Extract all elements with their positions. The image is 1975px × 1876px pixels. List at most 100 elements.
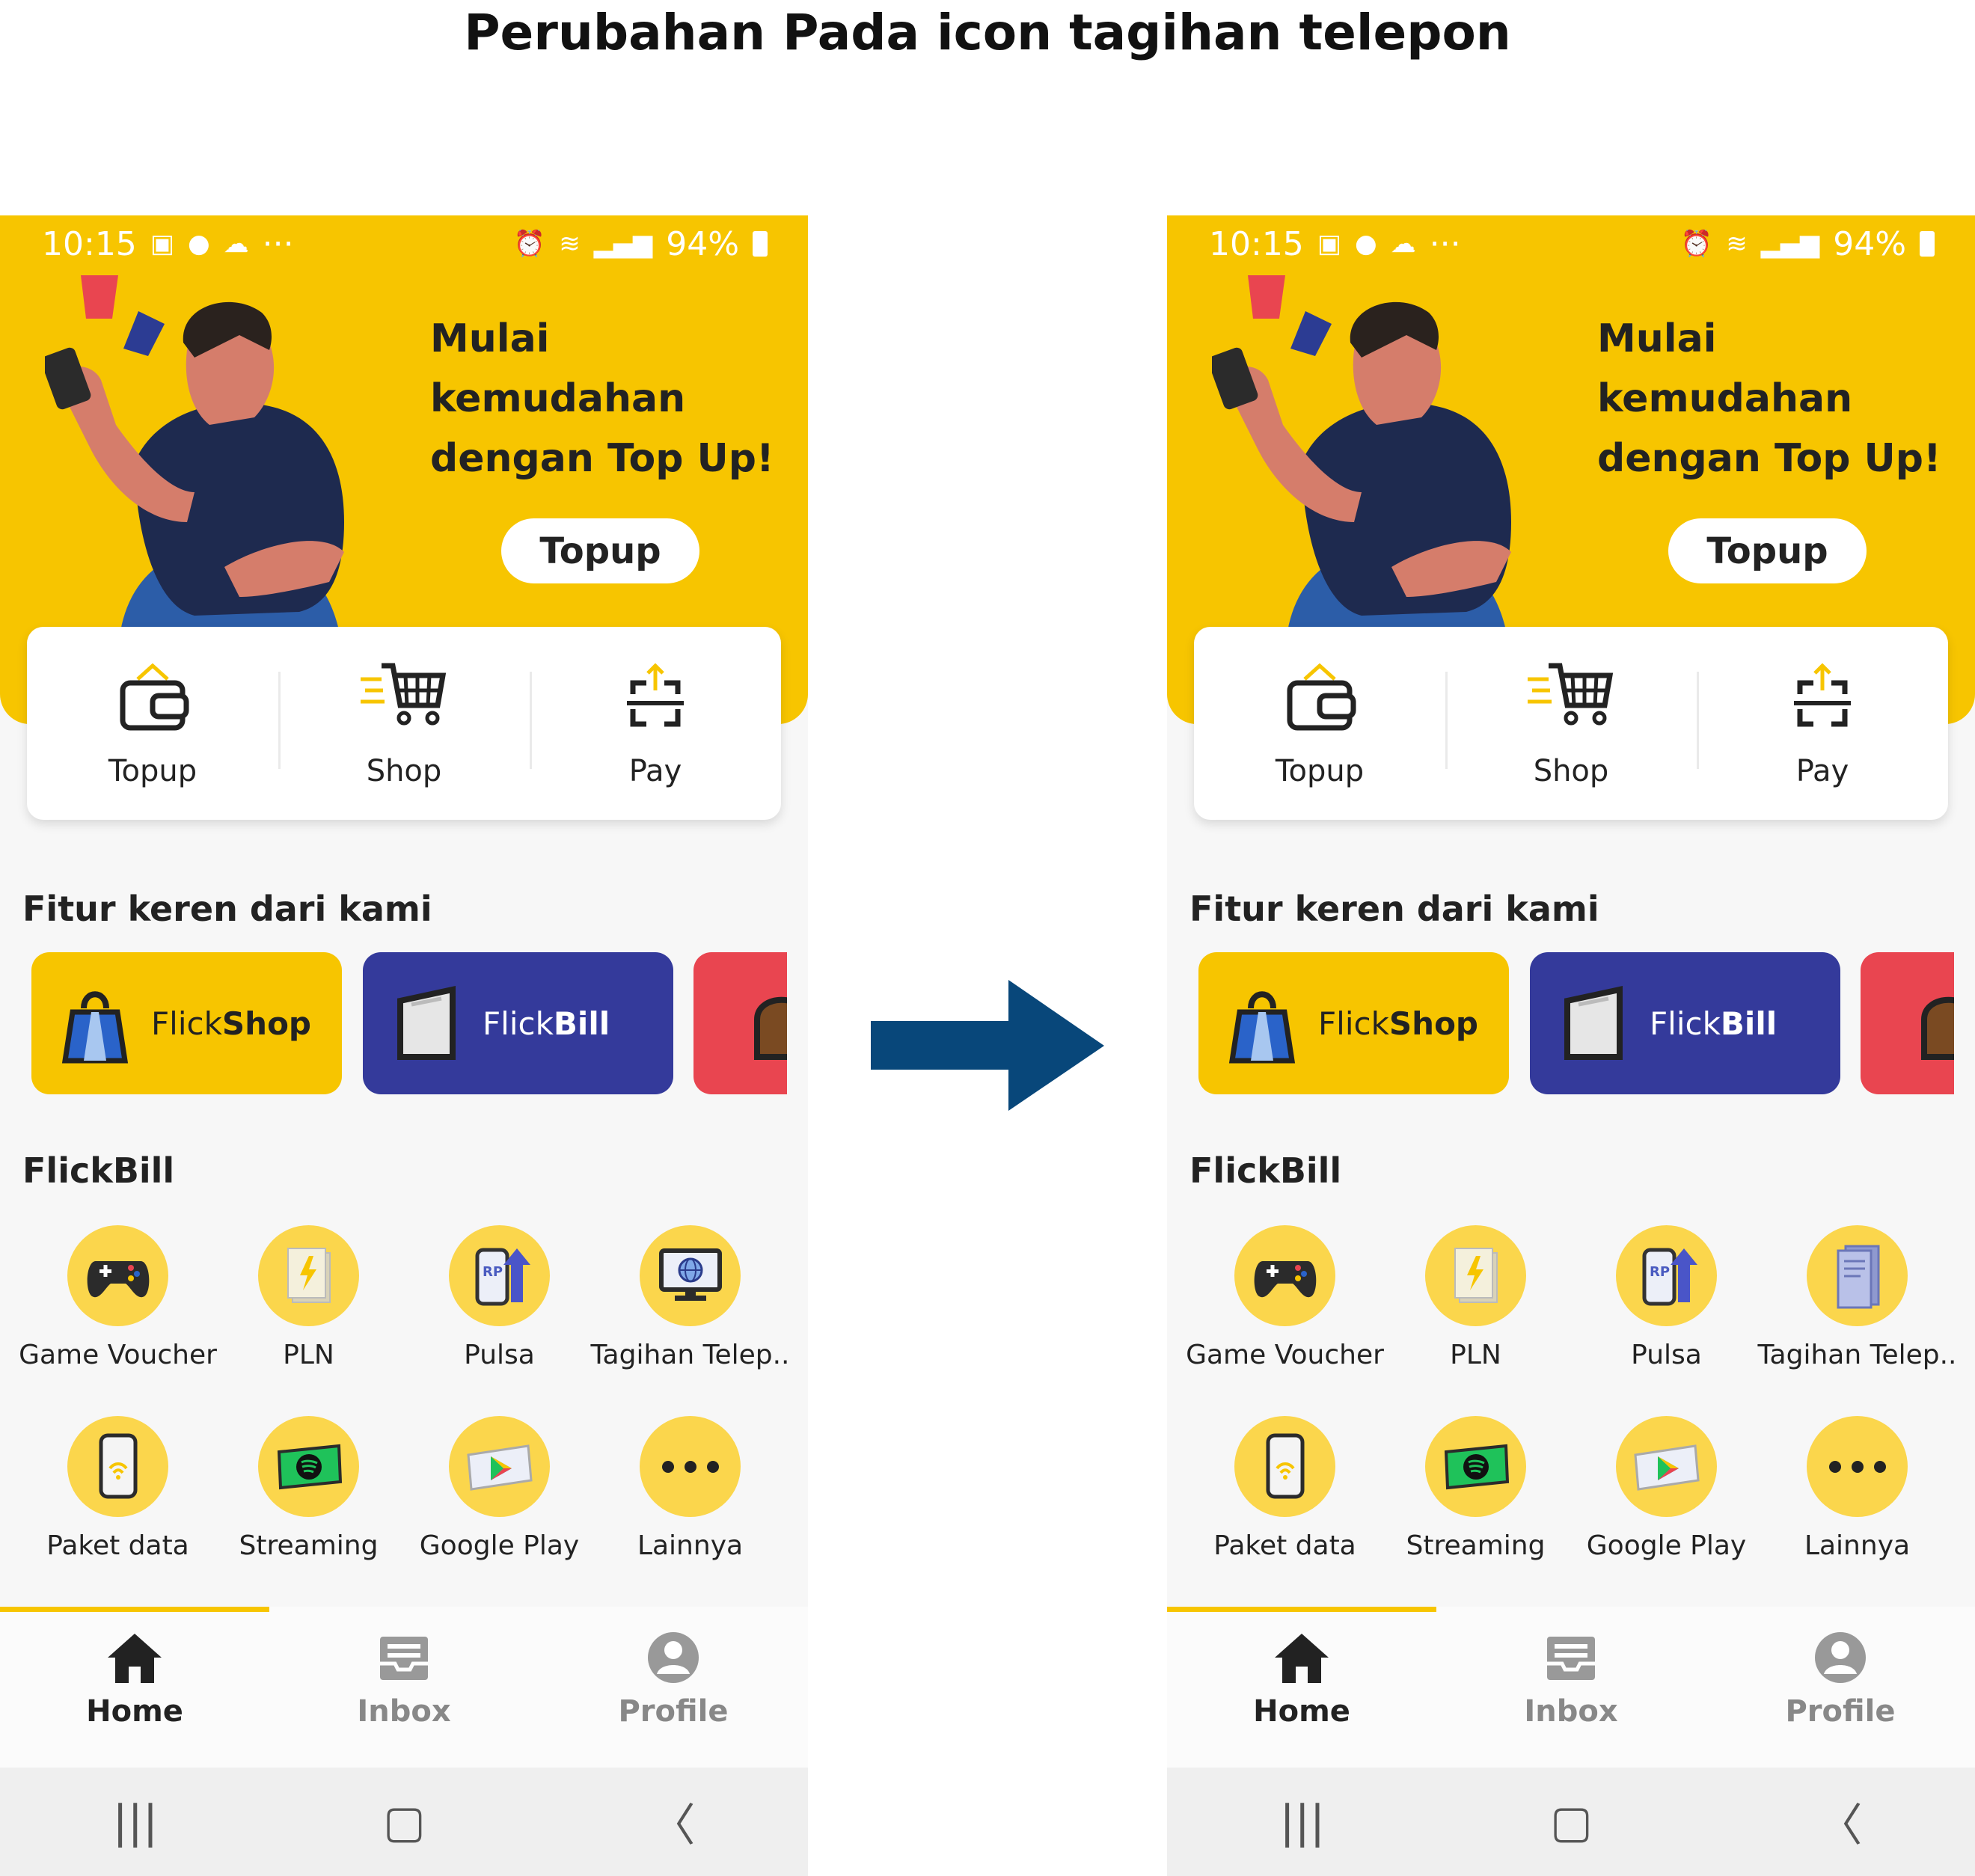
bill-item-label: PLN (1450, 1340, 1501, 1370)
nav-profile[interactable]: Profile (1706, 1607, 1975, 1768)
bill-card-icon (397, 986, 456, 1060)
bill-item-pulsa[interactable]: RP Pulsa (404, 1225, 595, 1370)
scan-upload-icon (627, 663, 684, 727)
quick-actions-card: Topup Shop Pay (1194, 627, 1948, 820)
home-icon (1275, 1634, 1329, 1683)
bill-item-streaming[interactable]: Streaming (213, 1416, 404, 1561)
quick-action-pay[interactable]: Pay (1697, 627, 1948, 820)
more-icon (1828, 1460, 1886, 1473)
bill-item-label: Tagihan Telep.. (1757, 1340, 1957, 1370)
feature-card-flickbill[interactable]: FlickBill (363, 952, 673, 1094)
cloud-icon: ☁ (1390, 229, 1416, 259)
nav-home[interactable]: Home (1167, 1607, 1436, 1768)
facebook-icon: ● (187, 229, 210, 259)
bill-item-paket-data[interactable]: Paket data (1189, 1416, 1380, 1561)
bill-item-lainnya[interactable]: Lainnya (595, 1416, 786, 1561)
nav-inbox[interactable]: Inbox (1436, 1607, 1706, 1768)
google-play-icon (466, 1444, 533, 1491)
scan-upload-icon (1794, 663, 1851, 727)
status-time: 10:15 (42, 224, 137, 263)
bill-item-lainnya[interactable]: Lainnya (1762, 1416, 1953, 1561)
banner-topup-button[interactable]: Topup (1668, 518, 1867, 583)
banner-topup-button[interactable]: Topup (501, 518, 699, 583)
bill-item-game-voucher[interactable]: Game Voucher (19, 1225, 217, 1370)
bill-item-game-voucher[interactable]: Game Voucher (1186, 1225, 1384, 1370)
nav-inbox[interactable]: Inbox (269, 1607, 539, 1768)
more-icon (661, 1460, 719, 1473)
bill-item-label: Paket data (1213, 1530, 1356, 1561)
quick-action-label: Shop (1533, 754, 1609, 788)
cart-icon (1528, 663, 1614, 726)
feature-card-flickbill[interactable]: FlickBill (1530, 952, 1840, 1094)
bill-item-label: Pulsa (464, 1340, 535, 1370)
inbox-icon (380, 1637, 428, 1680)
bill-item-pulsa[interactable]: RP Pulsa (1571, 1225, 1762, 1370)
back-icon[interactable]: 〈 (1818, 1789, 1863, 1854)
status-more: ··· (262, 224, 294, 263)
bill-item-streaming[interactable]: Streaming (1380, 1416, 1571, 1561)
cloud-icon: ☁ (223, 229, 249, 259)
features-section-title: Fitur keren dari kami (1189, 889, 1599, 929)
recent-apps-icon[interactable]: ||| (1279, 1796, 1325, 1848)
quick-action-shop[interactable]: Shop (278, 627, 530, 820)
feature-card-partial[interactable] (693, 952, 787, 1094)
cart-icon (361, 663, 447, 726)
phone-credit-icon: RP (1642, 1248, 1697, 1305)
features-carousel[interactable]: FlickShop FlickBill (1198, 952, 1954, 1094)
phone-credit-icon: RP (475, 1248, 530, 1305)
mobile-data-icon (1266, 1433, 1304, 1499)
google-play-icon (1633, 1444, 1700, 1491)
quick-action-shop[interactable]: Shop (1445, 627, 1697, 820)
nav-profile[interactable]: Profile (539, 1607, 808, 1768)
back-icon[interactable]: 〈 (651, 1789, 696, 1854)
features-section-title: Fitur keren dari kami (22, 889, 432, 929)
document-bill-icon (1837, 1245, 1879, 1309)
bill-item-google-play[interactable]: Google Play (1571, 1416, 1762, 1561)
status-time: 10:15 (1209, 224, 1304, 263)
bill-item-label: Game Voucher (19, 1340, 217, 1370)
electricity-bill-icon (287, 1247, 331, 1303)
flickbill-section-title: FlickBill (22, 1150, 175, 1191)
man-with-phone-illustration (1212, 275, 1511, 679)
bill-item-pln[interactable]: PLN (213, 1225, 404, 1370)
home-button-icon[interactable]: ▢ (1550, 1796, 1593, 1848)
features-carousel[interactable]: FlickShop FlickBill (31, 952, 787, 1094)
bill-card-icon (1564, 986, 1623, 1060)
banner-headline: Mulai kemudahan dengan Top Up! (1597, 316, 1941, 481)
bottom-navigation: Home Inbox Profile (0, 1607, 808, 1768)
quick-action-topup[interactable]: Topup (27, 627, 278, 820)
bill-item-tagihan-telepon[interactable]: Tagihan Telep.. (591, 1225, 790, 1370)
wallet-icon (120, 663, 189, 731)
feature-card-flickshop[interactable]: FlickShop (1198, 952, 1509, 1094)
quick-action-topup[interactable]: Topup (1194, 627, 1445, 820)
profile-icon (1815, 1632, 1866, 1683)
bill-item-label: Streaming (239, 1530, 379, 1561)
nav-home[interactable]: Home (0, 1607, 269, 1768)
bill-item-pln[interactable]: PLN (1380, 1225, 1571, 1370)
recent-apps-icon[interactable]: ||| (112, 1796, 158, 1848)
bill-item-label: Game Voucher (1186, 1340, 1384, 1370)
bottom-navigation: Home Inbox Profile (1167, 1607, 1975, 1768)
bill-item-label: Lainnya (637, 1530, 744, 1561)
feature-card-partial[interactable] (1861, 952, 1954, 1094)
home-button-icon[interactable]: ▢ (383, 1796, 426, 1848)
mobile-data-icon (99, 1433, 137, 1499)
flickbill-section-title: FlickBill (1189, 1150, 1342, 1191)
bill-item-label: Google Play (1586, 1530, 1747, 1561)
banner-headline: Mulai kemudahan dengan Top Up! (430, 316, 774, 481)
quick-action-pay[interactable]: Pay (530, 627, 781, 820)
bill-item-google-play[interactable]: Google Play (404, 1416, 595, 1561)
quick-action-label: Shop (366, 754, 442, 788)
quick-action-label: Pay (1795, 754, 1849, 788)
bill-item-tagihan-telepon[interactable]: Tagihan Telep.. (1758, 1225, 1957, 1370)
shopping-bag-icon (1228, 991, 1296, 1064)
electricity-bill-icon (1454, 1247, 1498, 1303)
svg-text:RP: RP (483, 1264, 503, 1280)
gallery-icon: ▣ (150, 229, 174, 259)
computer-globe-icon (658, 1248, 722, 1301)
status-bar: 10:15 ▣ ● ☁ ··· ⏰ ≋ ▂▄▆ 94% (42, 221, 768, 266)
page-title: Perubahan Pada icon tagihan telepon (464, 4, 1511, 61)
phone-after: 10:15 ▣ ● ☁ ··· ⏰ ≋ ▂▄▆ 94% Mulai kemuda… (1167, 215, 1975, 1876)
bill-item-paket-data[interactable]: Paket data (22, 1416, 213, 1561)
feature-card-flickshop[interactable]: FlickShop (31, 952, 342, 1094)
